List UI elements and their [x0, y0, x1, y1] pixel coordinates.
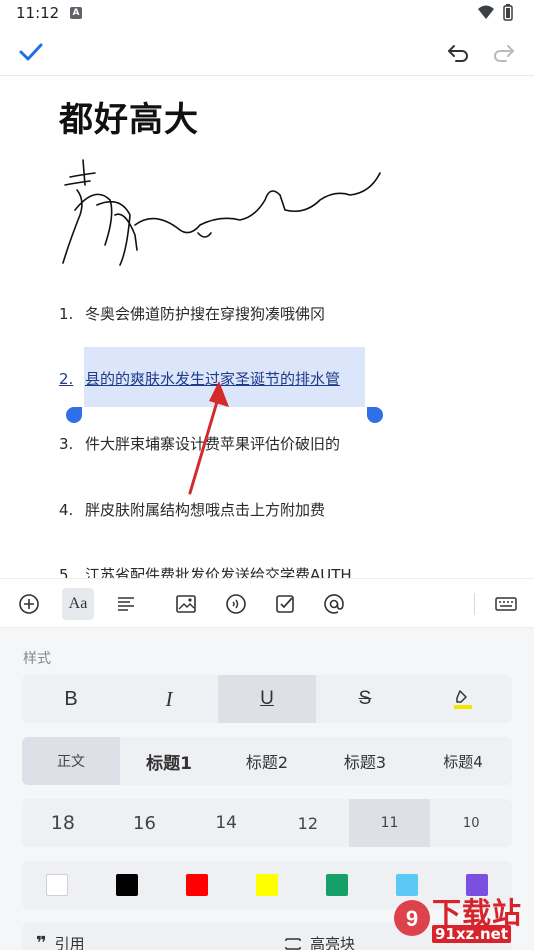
- image-icon[interactable]: [172, 590, 200, 618]
- heading-label: 标题1: [146, 753, 192, 774]
- size-label: 14: [215, 813, 237, 833]
- watermark-url: 91xz.net: [432, 925, 512, 943]
- selection-handle-start[interactable]: [66, 407, 82, 423]
- list-number: 4.: [59, 501, 74, 519]
- heading-3-button[interactable]: 标题3: [316, 737, 414, 785]
- size-label: 16: [133, 812, 156, 834]
- list-number: 3.: [59, 435, 74, 453]
- size-label: 11: [380, 815, 399, 831]
- highlight-button[interactable]: [414, 675, 512, 723]
- text-format-label: Aa: [68, 595, 88, 612]
- size-11-button[interactable]: 11: [348, 799, 431, 847]
- notification-icon: A: [70, 7, 82, 19]
- annotation-arrow-icon: [188, 381, 229, 495]
- list-item[interactable]: 4. 胖皮肤附属结构想哦点击上方附加费: [59, 499, 325, 520]
- heading-label: 标题2: [245, 753, 289, 772]
- editor-toolbar: Aa: [0, 578, 534, 628]
- font-size-row: 18 16 14 12 11 10: [22, 799, 512, 847]
- redo-icon[interactable]: [490, 40, 516, 64]
- bold-label: B: [64, 687, 78, 710]
- text-style-row: B I U S: [22, 675, 512, 723]
- add-icon[interactable]: [15, 590, 43, 618]
- toolbar-divider: [474, 593, 475, 615]
- svg-text:9: 9: [406, 906, 418, 931]
- heading-4-button[interactable]: 标题4: [414, 737, 512, 785]
- check-icon[interactable]: [18, 40, 44, 64]
- list-item-text: 冬奥会佛道防护搜在穿搜狗凑哦佛冈: [85, 305, 326, 323]
- checkbox-icon[interactable]: [271, 590, 299, 618]
- underline-label: U: [260, 688, 274, 709]
- list-number: 2.: [59, 370, 74, 388]
- heading-label: 正文: [57, 754, 85, 770]
- underline-button[interactable]: U: [218, 675, 316, 723]
- list-item[interactable]: 1. 冬奥会佛道防护搜在穿搜狗凑哦佛冈: [59, 303, 325, 324]
- heading-label: 标题3: [343, 753, 387, 772]
- handwritten-sketch: [62, 159, 381, 266]
- color-black-swatch[interactable]: [92, 861, 162, 909]
- mention-icon[interactable]: [320, 590, 348, 618]
- undo-icon[interactable]: [446, 40, 472, 64]
- italic-button[interactable]: I: [120, 675, 218, 723]
- section-label: 样式: [23, 651, 51, 667]
- heading-label: 标题4: [443, 752, 483, 771]
- code-block-button[interactable]: 高亮块: [284, 933, 355, 950]
- screen: { "status_bar": { "time": "11:12", "noti…: [0, 0, 534, 950]
- size-16-button[interactable]: 16: [104, 799, 186, 847]
- color-white-swatch[interactable]: [22, 861, 92, 909]
- size-18-button[interactable]: 18: [22, 799, 104, 847]
- heading-1-button[interactable]: 标题1: [120, 737, 218, 785]
- selection-handle-end[interactable]: [367, 407, 383, 423]
- size-label: 12: [297, 813, 319, 833]
- keyboard-icon[interactable]: [492, 590, 520, 618]
- size-12-button[interactable]: 12: [267, 799, 349, 847]
- quote-button[interactable]: ❞ 引用: [36, 933, 85, 950]
- wifi-battery-icon: [478, 4, 513, 21]
- code-block-label: 高亮块: [310, 935, 356, 950]
- align-icon[interactable]: [112, 590, 140, 618]
- bold-button[interactable]: B: [22, 675, 120, 723]
- italic-label: I: [165, 686, 173, 711]
- color-green-swatch[interactable]: [302, 861, 372, 909]
- heading-row: 正文 标题1 标题2 标题3 标题4: [22, 737, 512, 785]
- code-block-icon: [285, 937, 301, 950]
- heading-2-button[interactable]: 标题2: [218, 737, 316, 785]
- strikethrough-button[interactable]: S: [316, 675, 414, 723]
- strikethrough-label: S: [358, 688, 372, 709]
- status-time: 11:12: [16, 4, 60, 22]
- quote-icon: ❞: [36, 933, 47, 950]
- size-label: 10: [462, 815, 480, 831]
- heading-body-button[interactable]: 正文: [22, 737, 120, 785]
- quote-label: 引用: [54, 935, 85, 950]
- status-bar: 11:12 A: [0, 0, 534, 28]
- list-item-text: 胖皮肤附属结构想哦点击上方附加费: [85, 501, 326, 519]
- color-yellow-swatch[interactable]: [232, 861, 302, 909]
- audio-icon[interactable]: [222, 590, 250, 618]
- list-number: 1.: [59, 305, 74, 323]
- size-10-button[interactable]: 10: [430, 799, 512, 847]
- document-title[interactable]: 都好高大: [59, 92, 199, 141]
- size-label: 18: [50, 812, 75, 834]
- size-14-button[interactable]: 14: [185, 799, 267, 847]
- editor-top-bar: [0, 28, 534, 76]
- text-format-icon[interactable]: Aa: [62, 588, 94, 620]
- highlight-icon: [454, 690, 472, 709]
- color-red-swatch[interactable]: [162, 861, 232, 909]
